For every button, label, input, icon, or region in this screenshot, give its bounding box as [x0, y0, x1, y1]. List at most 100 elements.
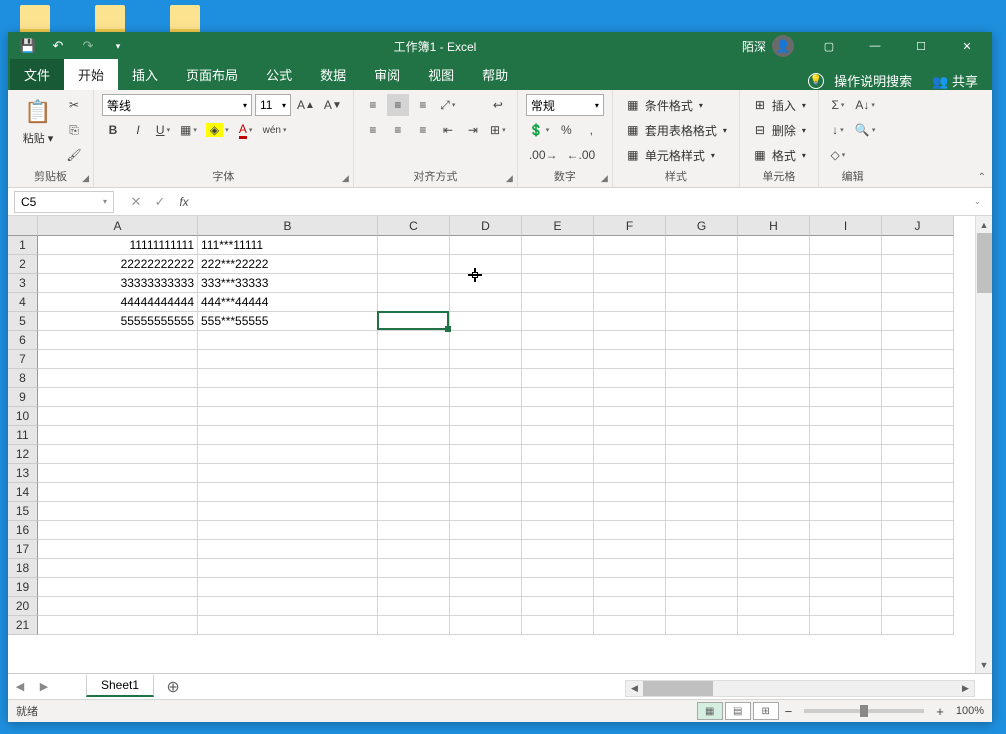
cell-I12[interactable] — [810, 445, 882, 464]
cell-J8[interactable] — [882, 369, 954, 388]
cut-icon[interactable]: ✂ — [63, 94, 85, 116]
cell-H19[interactable] — [738, 578, 810, 597]
cell-B8[interactable] — [198, 369, 378, 388]
row-header-13[interactable]: 13 — [8, 464, 38, 483]
row-header-3[interactable]: 3 — [8, 274, 38, 293]
cell-C9[interactable] — [378, 388, 450, 407]
cell-C6[interactable] — [378, 331, 450, 350]
share-button[interactable]: 👥 共享 — [932, 71, 978, 90]
cell-J5[interactable] — [882, 312, 954, 331]
cell-F21[interactable] — [594, 616, 666, 635]
row-header-21[interactable]: 21 — [8, 616, 38, 635]
cell-B15[interactable] — [198, 502, 378, 521]
cell-styles-button[interactable]: ▦单元格样式 ▾ — [621, 144, 731, 166]
cell-G12[interactable] — [666, 445, 738, 464]
redo-icon[interactable]: ↷ — [76, 35, 100, 57]
italic-button[interactable]: I — [127, 119, 149, 141]
cell-D15[interactable] — [450, 502, 522, 521]
cell-I6[interactable] — [810, 331, 882, 350]
cell-A5[interactable]: 55555555555 — [38, 312, 198, 331]
cell-E2[interactable] — [522, 255, 594, 274]
scroll-up-icon[interactable]: ▲ — [976, 216, 992, 233]
cell-D16[interactable] — [450, 521, 522, 540]
cell-E11[interactable] — [522, 426, 594, 445]
cell-E17[interactable] — [522, 540, 594, 559]
cell-F12[interactable] — [594, 445, 666, 464]
cell-B1[interactable]: 111***11111 — [198, 236, 378, 255]
page-break-view-icon[interactable]: ⊞ — [753, 702, 779, 720]
cell-C17[interactable] — [378, 540, 450, 559]
cell-I13[interactable] — [810, 464, 882, 483]
conditional-formatting-button[interactable]: ▦条件格式 ▾ — [621, 94, 731, 116]
insert-cells-button[interactable]: ⊞插入 ▾ — [748, 94, 810, 116]
decrease-indent-icon[interactable]: ⇤ — [437, 119, 459, 141]
cell-E6[interactable] — [522, 331, 594, 350]
cell-F16[interactable] — [594, 521, 666, 540]
row-header-8[interactable]: 8 — [8, 369, 38, 388]
col-header-J[interactable]: J — [882, 216, 954, 236]
cell-G18[interactable] — [666, 559, 738, 578]
cell-J10[interactable] — [882, 407, 954, 426]
sheet-nav-prev-icon[interactable]: ◀ — [8, 675, 32, 699]
fill-color-icon[interactable]: ◈ — [203, 119, 232, 141]
cell-J9[interactable] — [882, 388, 954, 407]
increase-indent-icon[interactable]: ⇥ — [462, 119, 484, 141]
cell-A17[interactable] — [38, 540, 198, 559]
name-box[interactable]: C5▾ — [14, 191, 114, 213]
scroll-left-icon[interactable]: ◀ — [626, 681, 643, 696]
cell-A11[interactable] — [38, 426, 198, 445]
cell-B17[interactable] — [198, 540, 378, 559]
cell-E16[interactable] — [522, 521, 594, 540]
cell-H21[interactable] — [738, 616, 810, 635]
align-middle-icon[interactable]: ≡ — [387, 94, 409, 116]
cell-I2[interactable] — [810, 255, 882, 274]
font-launcher-icon[interactable]: ◢ — [342, 173, 349, 184]
cell-A18[interactable] — [38, 559, 198, 578]
cell-I4[interactable] — [810, 293, 882, 312]
cell-F11[interactable] — [594, 426, 666, 445]
cell-D1[interactable] — [450, 236, 522, 255]
cell-F18[interactable] — [594, 559, 666, 578]
horizontal-scrollbar[interactable]: ◀ ▶ — [625, 680, 975, 697]
cell-J15[interactable] — [882, 502, 954, 521]
cell-G13[interactable] — [666, 464, 738, 483]
col-header-A[interactable]: A — [38, 216, 198, 236]
align-top-icon[interactable]: ≡ — [362, 94, 384, 116]
cell-F2[interactable] — [594, 255, 666, 274]
cell-D12[interactable] — [450, 445, 522, 464]
undo-icon[interactable]: ↶ — [46, 35, 70, 57]
cell-C10[interactable] — [378, 407, 450, 426]
cell-I19[interactable] — [810, 578, 882, 597]
tab-pagelayout[interactable]: 页面布局 — [172, 59, 252, 90]
format-as-table-button[interactable]: ▦套用表格格式 ▾ — [621, 119, 731, 141]
align-center-icon[interactable]: ≡ — [387, 119, 409, 141]
cell-A10[interactable] — [38, 407, 198, 426]
cell-F8[interactable] — [594, 369, 666, 388]
user-account[interactable]: 陌深 👤 — [732, 35, 804, 57]
cell-I11[interactable] — [810, 426, 882, 445]
cell-E7[interactable] — [522, 350, 594, 369]
cell-H4[interactable] — [738, 293, 810, 312]
font-name-combo[interactable]: 等线▾ — [102, 94, 252, 116]
cell-G5[interactable] — [666, 312, 738, 331]
hscroll-thumb[interactable] — [643, 681, 713, 696]
cell-G3[interactable] — [666, 274, 738, 293]
expand-formula-bar-icon[interactable]: ⌄ — [974, 197, 992, 206]
cell-C20[interactable] — [378, 597, 450, 616]
copy-icon[interactable]: ⎘ — [63, 119, 85, 141]
cell-A2[interactable]: 22222222222 — [38, 255, 198, 274]
cell-D10[interactable] — [450, 407, 522, 426]
alignment-launcher-icon[interactable]: ◢ — [506, 173, 513, 184]
increase-decimal-icon[interactable]: .00→ — [526, 144, 561, 166]
page-layout-view-icon[interactable]: ▤ — [725, 702, 751, 720]
cell-I14[interactable] — [810, 483, 882, 502]
cell-G20[interactable] — [666, 597, 738, 616]
cell-H6[interactable] — [738, 331, 810, 350]
sort-filter-icon[interactable]: A↓ — [852, 94, 878, 116]
cell-F9[interactable] — [594, 388, 666, 407]
cell-I8[interactable] — [810, 369, 882, 388]
maximize-icon[interactable]: ☐ — [900, 32, 942, 60]
cell-H8[interactable] — [738, 369, 810, 388]
cell-C19[interactable] — [378, 578, 450, 597]
cell-H16[interactable] — [738, 521, 810, 540]
